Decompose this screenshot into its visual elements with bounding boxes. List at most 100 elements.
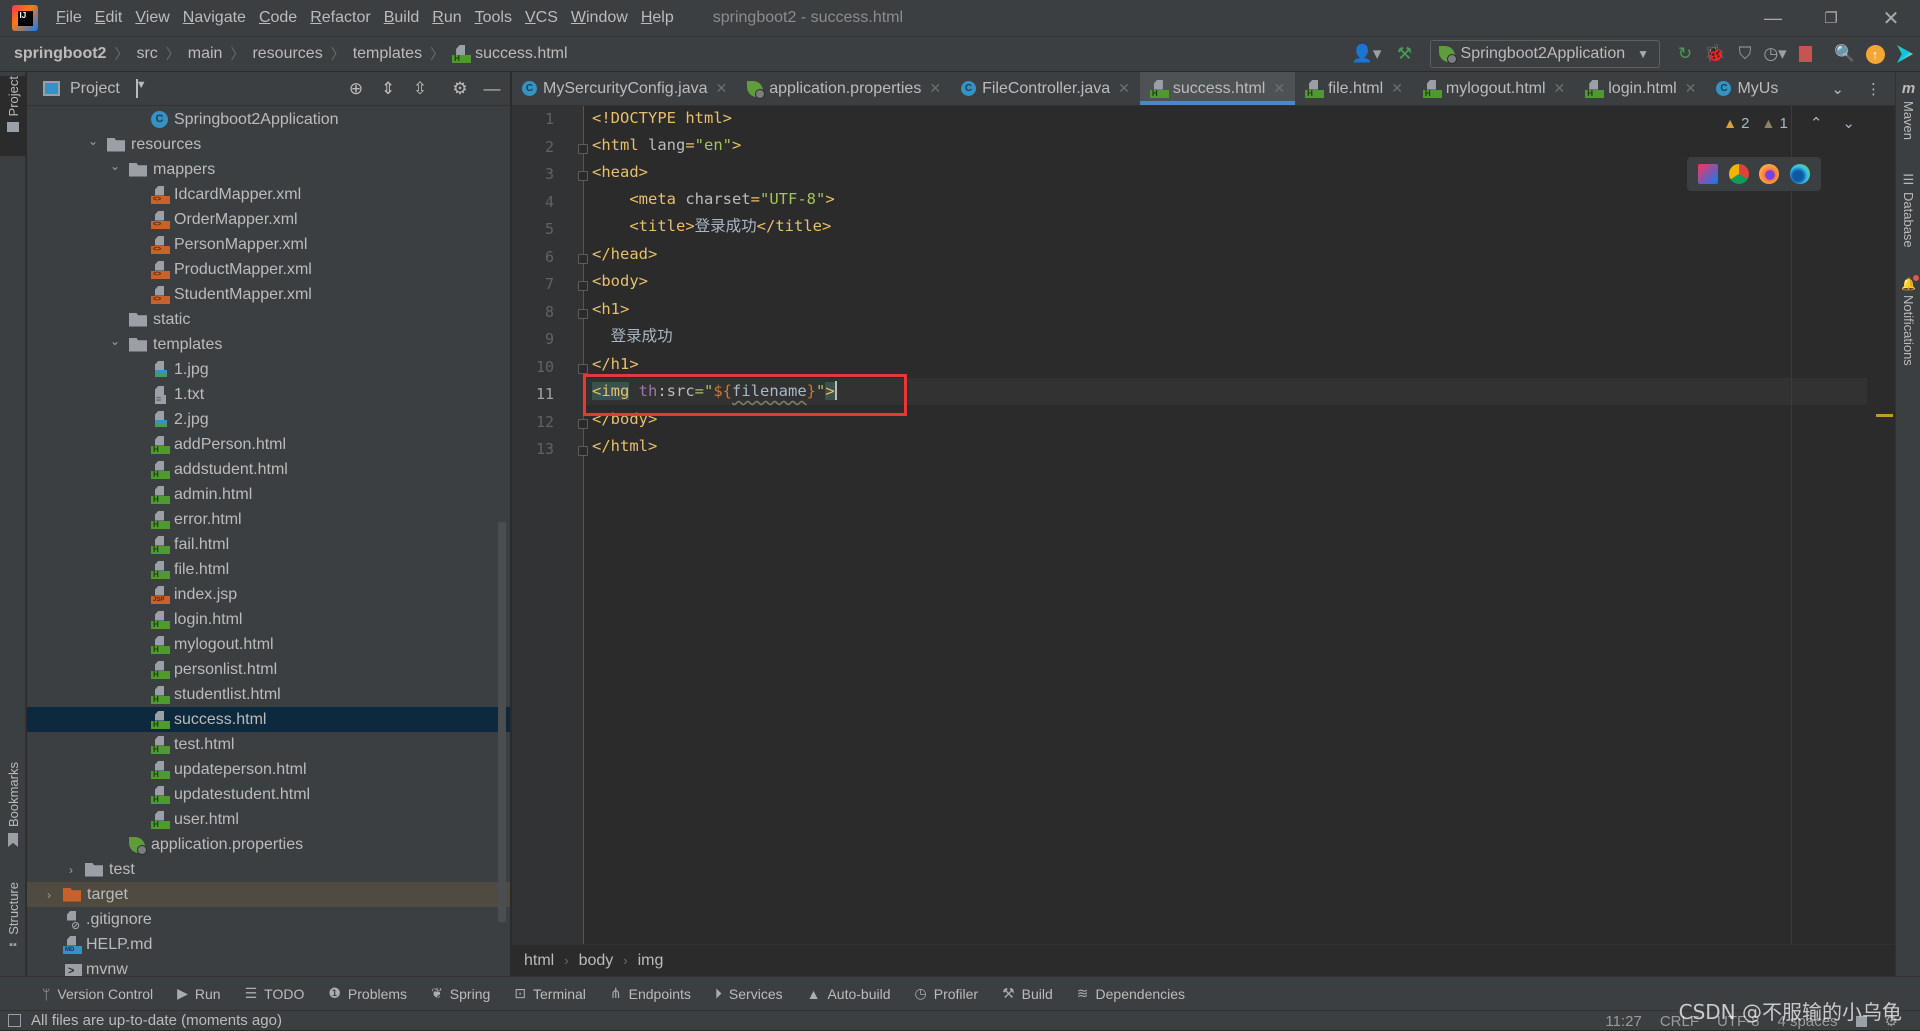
menu-navigate[interactable]: Navigate <box>183 9 246 27</box>
chrome-icon[interactable] <box>1728 164 1749 184</box>
search-icon[interactable]: 🔍 <box>1830 39 1860 69</box>
chevron-down-icon[interactable]: ⌄ <box>107 159 123 173</box>
menu-edit[interactable]: Edit <box>95 9 123 27</box>
tree-item[interactable]: ⌄ mappers <box>27 157 510 182</box>
tree-item[interactable]: fail.html <box>27 532 510 557</box>
chevron-right-icon[interactable]: › <box>41 888 57 902</box>
close-tab-icon[interactable]: ✕ <box>1391 80 1403 97</box>
breadcrumb-templates[interactable]: templates <box>353 45 422 63</box>
menu-vcs[interactable]: VCS <box>525 9 558 27</box>
breadcrumb-project[interactable]: springboot2 <box>14 45 106 63</box>
tree-item[interactable]: IdcardMapper.xml <box>27 182 510 207</box>
line-number[interactable]: 8 <box>512 303 554 321</box>
tree-item[interactable]: › target <box>27 882 510 907</box>
edge-icon[interactable] <box>1789 164 1810 184</box>
build-hammer-icon[interactable]: ⚒ <box>1390 39 1420 69</box>
tree-item[interactable]: .gitignore <box>27 907 510 932</box>
previous-highlight-icon[interactable]: ⌃ <box>1810 114 1823 132</box>
expand-all-icon[interactable]: ⇕ <box>376 79 400 99</box>
line-number[interactable]: 5 <box>512 220 554 238</box>
gear-icon[interactable]: ⚙ <box>448 79 472 99</box>
line-number[interactable]: 13 <box>512 440 554 458</box>
line-number[interactable]: 7 <box>512 275 554 293</box>
tree-item[interactable]: personlist.html <box>27 657 510 682</box>
intellij-icon[interactable] <box>1698 164 1719 184</box>
collapse-all-icon[interactable]: ⇳ <box>408 79 432 99</box>
tree-item[interactable]: static <box>27 307 510 332</box>
editor-tab[interactable]: login.html ✕ <box>1575 72 1706 105</box>
breadcrumb-file[interactable]: success.html <box>475 45 567 63</box>
close-tab-icon[interactable]: ✕ <box>1685 80 1697 97</box>
tree-item[interactable]: ⌄ templates <box>27 332 510 357</box>
tool-version-control[interactable]: ᛘ Version Control <box>42 986 153 1002</box>
tree-item[interactable]: updatestudent.html <box>27 782 510 807</box>
inspection-widget[interactable]: ▲ 2 ▲ 1 ⌃ ⌄ <box>1723 114 1855 133</box>
editor-tab[interactable]: file.html ✕ <box>1295 72 1413 105</box>
structure-tool-tab[interactable]: Structure ▪▪ <box>0 882 26 972</box>
crumb-img[interactable]: img <box>638 952 664 970</box>
coverage-icon[interactable]: ⛉ <box>1730 39 1760 69</box>
line-number[interactable]: 2 <box>512 138 554 156</box>
tree-item[interactable]: 1.txt <box>27 382 510 407</box>
fold-marker-icon[interactable] <box>578 253 588 264</box>
menu-tools[interactable]: Tools <box>475 9 512 27</box>
tree-item[interactable]: 1.jpg <box>27 357 510 382</box>
more-options-icon[interactable]: ⋮ <box>1866 80 1881 98</box>
code-editor[interactable]: 1 2 3 4 5 6 7 8 9 10 11 12 13 <!DOCTYPE html> <html … <box>512 106 1895 944</box>
breadcrumb-src[interactable]: src <box>136 45 157 63</box>
stop-icon[interactable] <box>1790 39 1820 69</box>
tool-spring[interactable]: ❦ Spring <box>431 985 490 1002</box>
line-separator[interactable]: CRLF <box>1660 1013 1699 1030</box>
run-configuration-select[interactable]: Springboot2Application ▼ <box>1429 40 1660 68</box>
tree-item[interactable]: studentlist.html <box>27 682 510 707</box>
close-tab-icon[interactable]: ✕ <box>716 80 728 97</box>
tree-item[interactable]: mvnw <box>27 957 510 976</box>
code-content[interactable]: <!DOCTYPE html> <html lang="en"> <head> … <box>592 106 1895 944</box>
tree-item[interactable]: ProductMapper.xml <box>27 257 510 282</box>
line-number[interactable]: 12 <box>512 413 554 431</box>
tree-item[interactable]: HELP.md <box>27 932 510 957</box>
chevron-right-icon[interactable]: › <box>63 863 79 877</box>
tool-build[interactable]: ⚒ Build <box>1002 985 1053 1002</box>
menu-code[interactable]: Code <box>259 9 297 27</box>
tree-item[interactable]: addstudent.html <box>27 457 510 482</box>
rerun-icon[interactable]: ↻ <box>1670 39 1700 69</box>
tool-endpoints[interactable]: ⋔ Endpoints <box>610 985 691 1002</box>
tree-item[interactable]: updateperson.html <box>27 757 510 782</box>
tree-item[interactable]: index.jsp <box>27 582 510 607</box>
breadcrumb-resources[interactable]: resources <box>252 45 322 63</box>
tool-todo[interactable]: ☰ TODO <box>245 985 305 1002</box>
tree-item[interactable]: › test <box>27 857 510 882</box>
menu-file[interactable]: File <box>56 9 82 27</box>
tree-item[interactable]: mylogout.html <box>27 632 510 657</box>
tree-item[interactable]: StudentMapper.xml <box>27 282 510 307</box>
weak-warning-count[interactable]: ▲ 1 <box>1761 115 1787 132</box>
tree-item[interactable]: test.html <box>27 732 510 757</box>
tree-item[interactable]: addPerson.html <box>27 432 510 457</box>
chevron-down-icon[interactable]: ⌄ <box>85 134 101 148</box>
fold-marker-icon[interactable] <box>578 281 588 291</box>
git-settings-icon[interactable]: ⚙ <box>1885 1012 1898 1030</box>
line-number[interactable]: 11 <box>512 385 554 403</box>
editor-tab[interactable]: C MyUs <box>1706 72 1788 105</box>
tree-item[interactable]: ⌄ resources <box>27 132 510 157</box>
tool-auto-build[interactable]: ▲ Auto-build <box>807 986 891 1002</box>
tool-dependencies[interactable]: ≋ Dependencies <box>1077 985 1185 1002</box>
tree-item[interactable]: admin.html <box>27 482 510 507</box>
tool-problems[interactable]: ❶ Problems <box>328 985 407 1002</box>
tool-services[interactable]: ⏵ Services <box>715 985 783 1002</box>
database-tool-tab[interactable]: ☰ Database <box>1896 172 1920 262</box>
profile-icon[interactable]: ◷▾ <box>1760 39 1790 69</box>
breadcrumb-main[interactable]: main <box>188 45 223 63</box>
menu-view[interactable]: View <box>135 9 169 27</box>
line-number[interactable]: 6 <box>512 248 554 266</box>
close-tab-icon[interactable]: ✕ <box>1118 80 1130 97</box>
indent-setting[interactable]: 4 spaces <box>1778 1013 1838 1030</box>
close-window-button[interactable]: ✕ <box>1862 0 1920 36</box>
line-number[interactable]: 10 <box>512 358 554 376</box>
editor-tab[interactable]: C MySercurityConfig.java ✕ <box>512 72 737 105</box>
caret-position[interactable]: 11:27 <box>1605 1013 1641 1030</box>
tree-item[interactable]: C Springboot2Application <box>27 107 510 132</box>
tree-item[interactable]: success.html <box>27 707 510 732</box>
firefox-icon[interactable] <box>1759 164 1780 184</box>
